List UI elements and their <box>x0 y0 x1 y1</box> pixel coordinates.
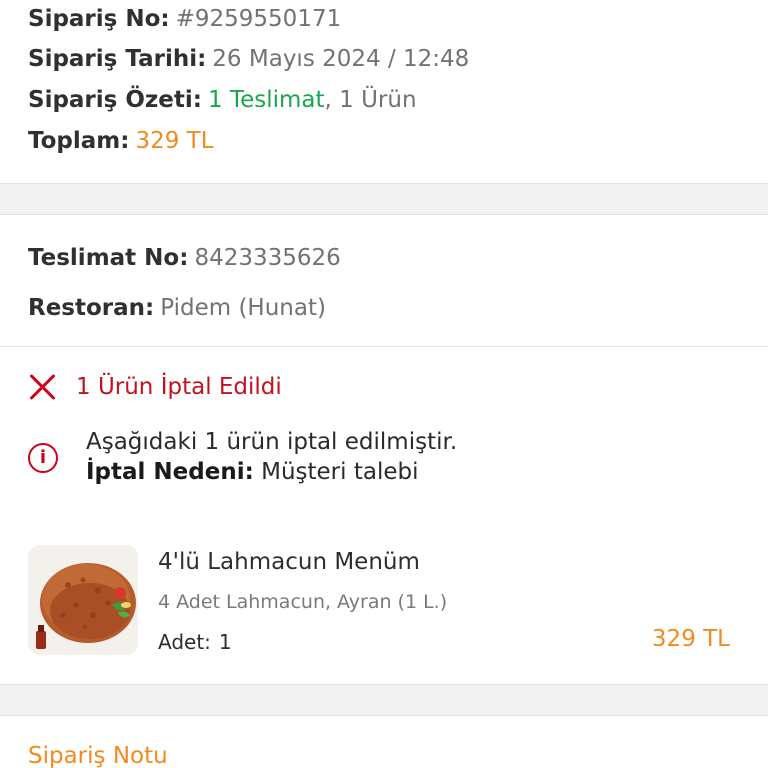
order-number-row: Sipariş No: #9259550171 <box>28 6 341 32</box>
section-separator <box>0 183 768 215</box>
order-summary-label: Sipariş Özeti: <box>28 87 202 113</box>
restaurant-label: Restoran: <box>28 295 155 321</box>
order-total-label: Toplam: <box>28 128 130 154</box>
product-price: 329 TL <box>651 626 730 652</box>
order-number-value: #9259550171 <box>175 6 342 32</box>
cancellation-reason-value: Müşteri talebi <box>261 459 419 485</box>
order-summary-items: , 1 Ürün <box>324 87 417 113</box>
product-description: 4 Adet Lahmacun, Ayran (1 L.) <box>158 591 448 613</box>
cancellation-reason-label: İptal Nedeni: <box>86 459 254 485</box>
order-summary-section: Sipariş No: #9259550171 Sipariş Tarihi: 26… <box>0 0 768 184</box>
product-quantity-value: 1 <box>218 630 232 654</box>
lahmacun-illustration <box>36 563 136 649</box>
order-number-label: Sipariş No: <box>28 6 170 32</box>
order-date-row: Sipariş Tarihi: 26 Mayıs 2024 / 12:48 <box>28 46 469 72</box>
lahmacun-image[interactable] <box>28 545 138 655</box>
order-summary-delivery-link[interactable]: 1 Teslimat <box>208 87 325 113</box>
order-date-label: Sipariş Tarihi: <box>28 46 207 72</box>
product-quantity-label: Adet: <box>158 630 211 654</box>
delivery-number-row: Teslimat No: 8423335626 <box>28 245 341 271</box>
order-date-value: 26 Mayıs 2024 / 12:48 <box>212 46 470 72</box>
order-total-value: 329 TL <box>135 128 214 154</box>
order-total-row: Toplam: 329 TL <box>28 128 214 154</box>
cancellation-title: 1 Ürün İptal Edildi <box>76 374 282 400</box>
cancellation-reason-row: İptal Nedeni: Müşteri talebi <box>86 459 418 485</box>
delivery-number-label: Teslimat No: <box>28 245 189 271</box>
product-quantity-row: Adet: 1 <box>158 630 232 654</box>
order-note-title[interactable]: Sipariş Notu <box>28 743 168 768</box>
section-separator-2 <box>0 684 768 716</box>
cancellation-header: 1 Ürün İptal Edildi <box>28 372 282 402</box>
delivery-divider <box>0 346 768 347</box>
delivery-number-value: 8423335626 <box>194 245 341 271</box>
restaurant-row: Restoran: Pidem (Hunat) <box>28 295 326 321</box>
restaurant-value[interactable]: Pidem (Hunat) <box>160 295 326 321</box>
info-icon: i <box>28 443 58 473</box>
product-name[interactable]: 4'lü Lahmacun Menüm <box>158 549 420 575</box>
close-icon <box>28 372 58 402</box>
order-summary-row: Sipariş Özeti: 1 Teslimat, 1 Ürün <box>28 87 417 113</box>
cancellation-message: Aşağıdaki 1 ürün iptal edilmiştir. <box>86 429 458 455</box>
